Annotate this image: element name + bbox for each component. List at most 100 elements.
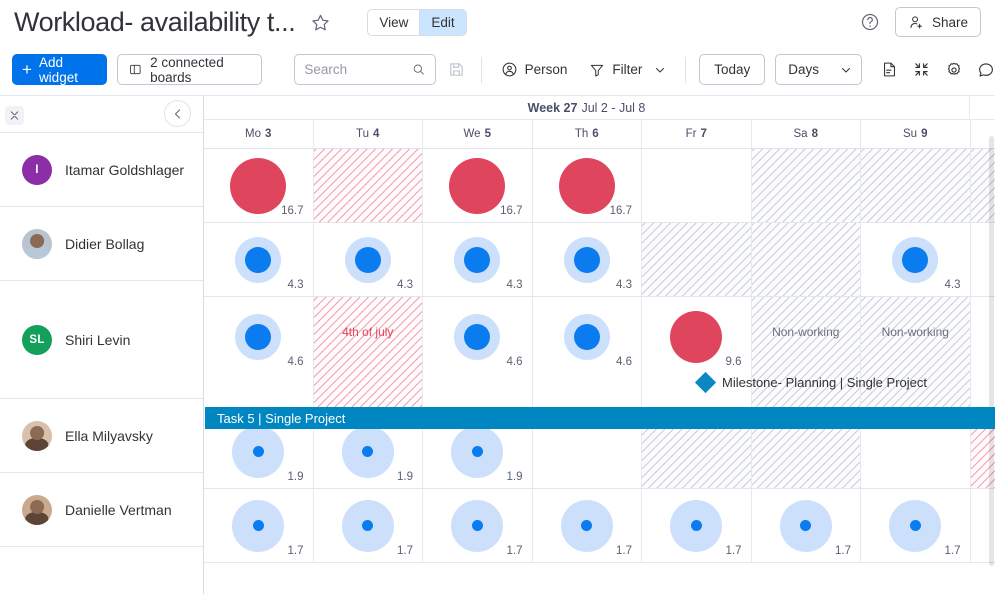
connected-boards-button[interactable]: 2 connected boards [117, 54, 262, 85]
day-number: 4 [373, 128, 379, 140]
person-icon [501, 61, 518, 78]
timeline-cell[interactable] [752, 149, 862, 222]
timeline-cell[interactable]: 1.7 [204, 489, 314, 562]
person-row[interactable]: Ella Milyavsky [0, 399, 203, 473]
day-of-week: Fr [686, 128, 697, 140]
capacity-bubble[interactable] [559, 158, 615, 214]
person-row[interactable]: Didier Bollag [0, 207, 203, 281]
task-bar[interactable]: Task 5 | Single Project [205, 407, 995, 429]
capacity-value: 16.7 [500, 205, 522, 217]
timeline-cell[interactable] [642, 223, 752, 296]
add-widget-label: Add widget [39, 55, 94, 85]
timeline-cell[interactable]: 1.7 [861, 489, 971, 562]
edit-mode-button[interactable]: Edit [419, 10, 465, 35]
avatar[interactable] [22, 229, 52, 259]
timeline-cell[interactable]: 9.6 [642, 297, 752, 414]
timeline-cell[interactable]: 16.7 [423, 149, 533, 222]
collapse-rows-icon[interactable] [5, 106, 24, 125]
capacity-bubble[interactable] [342, 426, 394, 478]
timeline-cell[interactable]: 4.3 [533, 223, 643, 296]
add-widget-button[interactable]: + Add widget [12, 54, 107, 85]
timeline-cell[interactable]: 16.7 [533, 149, 643, 222]
avatar[interactable]: I [22, 155, 52, 185]
document-export-icon[interactable] [878, 57, 900, 83]
capacity-bubble[interactable] [451, 426, 503, 478]
capacity-bubble[interactable] [232, 426, 284, 478]
capacity-bubble[interactable] [235, 314, 281, 360]
timeline-cell[interactable]: Non-working [861, 297, 971, 414]
capacity-bubble[interactable] [564, 237, 610, 283]
capacity-bubble[interactable] [449, 158, 505, 214]
zoom-level-select[interactable]: Days [775, 54, 862, 85]
star-icon[interactable] [307, 9, 333, 35]
vertical-scrollbar[interactable] [989, 136, 994, 566]
people-pane: IItamar GoldshlagerDidier BollagSLShiri … [0, 96, 204, 594]
share-button[interactable]: Share [895, 7, 981, 37]
question-circle-icon[interactable] [858, 10, 882, 34]
collapse-arrows-icon[interactable] [910, 57, 932, 83]
day-header-cell: Su9 [861, 120, 971, 148]
boards-icon [129, 62, 142, 77]
timeline-cell[interactable]: 1.7 [752, 489, 862, 562]
capacity-value: 4.3 [616, 279, 632, 291]
day-header-cell: Sa8 [752, 120, 862, 148]
search-input[interactable] [304, 62, 412, 77]
timeline-cell[interactable]: 1.7 [533, 489, 643, 562]
person-row[interactable]: SLShiri Levin [0, 281, 203, 399]
view-edit-toggle[interactable]: View Edit [367, 9, 466, 36]
timeline-cell[interactable]: 4.3 [314, 223, 424, 296]
capacity-bubble[interactable] [230, 158, 286, 214]
capacity-bubble[interactable] [670, 500, 722, 552]
capacity-bubble[interactable] [561, 500, 613, 552]
capacity-bubble[interactable] [451, 500, 503, 552]
timeline-cell[interactable]: 4.3 [423, 223, 533, 296]
timeline-cell[interactable]: 4.3 [861, 223, 971, 296]
filter-button[interactable]: Filter [583, 55, 672, 85]
capacity-bubble[interactable] [345, 237, 391, 283]
search-box[interactable] [294, 54, 435, 85]
speech-bubble-icon[interactable] [975, 57, 995, 83]
timeline-cell[interactable]: 16.7 [204, 149, 314, 222]
avatar[interactable] [22, 421, 52, 451]
timeline-cell[interactable]: 1.7 [642, 489, 752, 562]
capacity-bubble[interactable] [780, 500, 832, 552]
capacity-bubble-core [472, 446, 483, 457]
timeline-cell[interactable]: 4.6 [533, 297, 643, 414]
person-row[interactable]: IItamar Goldshlager [0, 133, 203, 207]
capacity-bubble[interactable] [342, 500, 394, 552]
person-row[interactable]: Danielle Vertman [0, 473, 203, 547]
view-mode-button[interactable]: View [368, 10, 419, 35]
avatar[interactable] [22, 495, 52, 525]
timeline-cell[interactable]: 4th of july [314, 297, 424, 414]
capacity-bubble[interactable] [232, 500, 284, 552]
gear-icon[interactable] [943, 57, 965, 83]
capacity-bubble[interactable] [454, 237, 500, 283]
capacity-value: 1.9 [397, 471, 413, 483]
collapse-panel-button[interactable] [164, 100, 191, 127]
timeline-cell[interactable] [861, 149, 971, 222]
timeline-cell[interactable]: 4.6 [423, 297, 533, 414]
timeline-cell[interactable]: 1.7 [314, 489, 424, 562]
day-number: 5 [485, 128, 491, 140]
capacity-bubble[interactable] [454, 314, 500, 360]
timeline-cell[interactable]: 4.6 [204, 297, 314, 414]
capacity-bubble[interactable] [889, 500, 941, 552]
capacity-value: 1.9 [507, 471, 523, 483]
timeline-cell[interactable] [642, 149, 752, 222]
person-filter-button[interactable]: Person [495, 55, 574, 85]
today-button[interactable]: Today [699, 54, 765, 85]
timeline-cell[interactable]: 1.7 [423, 489, 533, 562]
capacity-bubble[interactable] [564, 314, 610, 360]
capacity-bubble[interactable] [892, 237, 938, 283]
timeline-pane: Week 27 Jul 2 - Jul 8 Mo3Tu4We5Th6Fr7Sa8… [204, 96, 995, 594]
save-disk-icon[interactable] [446, 57, 468, 83]
avatar[interactable]: SL [22, 325, 52, 355]
timeline-cell[interactable] [314, 149, 424, 222]
title-bar: Workload- availability t... View Edit [0, 0, 995, 44]
capacity-bubble[interactable] [235, 237, 281, 283]
milestone-item[interactable]: Milestone- Planning | Single Project [698, 375, 927, 390]
timeline-cell[interactable]: 4.3 [204, 223, 314, 296]
capacity-bubble[interactable] [670, 311, 722, 363]
timeline-cell[interactable]: Non-working [752, 297, 862, 414]
timeline-cell[interactable] [752, 223, 862, 296]
